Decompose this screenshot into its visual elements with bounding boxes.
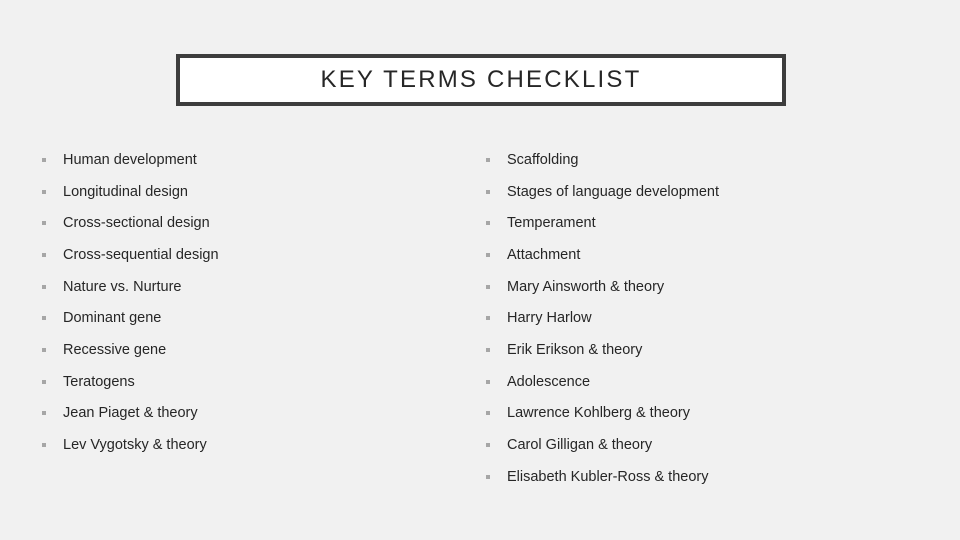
list-item-label: Teratogens [63, 373, 135, 390]
bullet-point-icon [486, 316, 490, 321]
list-item: Cross-sequential design [40, 239, 460, 271]
list-item-label: Attachment [507, 246, 581, 263]
list-item-label: Carol Gilligan & theory [507, 437, 653, 454]
bullet-point-icon [42, 189, 46, 194]
bullet-point-icon [486, 252, 490, 257]
list-item: Teratogens [40, 366, 460, 398]
list-item-label: Jean Piaget & theory [63, 405, 198, 422]
list-item-label: Mary Ainsworth & theory [507, 278, 665, 295]
list-item: Adolescence [484, 366, 924, 398]
list-item-label: Cross-sectional design [63, 215, 210, 232]
list-item: Harry Harlow [484, 302, 924, 334]
bullet-point-icon [42, 284, 46, 289]
list-item: Attachment [484, 239, 924, 271]
list-item: Scaffolding [484, 144, 924, 176]
list-item-label: Cross-sequential design [63, 246, 219, 263]
bullet-point-icon [486, 474, 490, 479]
bullet-point-icon [486, 157, 490, 162]
slide-title-box: KEY TERMS CHECKLIST [176, 54, 786, 106]
list-item: Jean Piaget & theory [40, 398, 460, 430]
list-item: Erik Erikson & theory [484, 334, 924, 366]
list-item: Nature vs. Nurture [40, 271, 460, 303]
list-item-label: Temperament [507, 215, 596, 232]
key-terms-column-right: Scaffolding Stages of language developmen… [484, 144, 924, 493]
list-item-label: Longitudinal design [63, 183, 188, 200]
bullet-point-icon [486, 189, 490, 194]
list-item: Temperament [484, 207, 924, 239]
list-item-label: Stages of language development [507, 183, 720, 200]
list-item-label: Human development [63, 151, 197, 168]
list-item: Lawrence Kohlberg & theory [484, 398, 924, 430]
list-item-label: Recessive gene [63, 341, 167, 358]
bullet-point-icon [486, 347, 490, 352]
list-item: Recessive gene [40, 334, 460, 366]
list-item-label: Harry Harlow [507, 310, 592, 327]
list-item-label: Lawrence Kohlberg & theory [507, 405, 690, 422]
bullet-point-icon [486, 443, 490, 448]
key-terms-list-right: Scaffolding Stages of language developmen… [484, 144, 924, 493]
bullet-point-icon [42, 252, 46, 257]
list-item: Stages of language development [484, 176, 924, 208]
list-item: Lev Vygotsky & theory [40, 429, 460, 461]
bullet-point-icon [486, 411, 490, 416]
list-item-label: Lev Vygotsky & theory [63, 437, 207, 454]
list-item-label: Adolescence [507, 373, 591, 390]
bullet-point-icon [42, 347, 46, 352]
list-item: Carol Gilligan & theory [484, 429, 924, 461]
list-item: Dominant gene [40, 302, 460, 334]
slide-canvas: KEY TERMS CHECKLIST Human development Lon… [0, 0, 960, 540]
bullet-point-icon [42, 443, 46, 448]
list-item-label: Nature vs. Nurture [63, 278, 182, 295]
list-item: Longitudinal design [40, 176, 460, 208]
list-item: Cross-sectional design [40, 207, 460, 239]
list-item-label: Scaffolding [507, 151, 579, 168]
page-title: KEY TERMS CHECKLIST [320, 66, 642, 93]
key-terms-column-left: Human development Longitudinal design Cros… [40, 144, 460, 461]
bullet-point-icon [42, 221, 46, 226]
list-item-label: Erik Erikson & theory [507, 341, 643, 358]
bullet-point-icon [486, 284, 490, 289]
key-terms-list-left: Human development Longitudinal design Cros… [40, 144, 460, 461]
list-item: Human development [40, 144, 460, 176]
bullet-point-icon [486, 379, 490, 384]
list-item: Elisabeth Kubler-Ross & theory [484, 461, 924, 493]
bullet-point-icon [42, 411, 46, 416]
bullet-point-icon [486, 221, 490, 226]
bullet-point-icon [42, 316, 46, 321]
list-item-label: Elisabeth Kubler-Ross & theory [507, 468, 709, 485]
list-item-label: Dominant gene [63, 310, 162, 327]
list-item: Mary Ainsworth & theory [484, 271, 924, 303]
bullet-point-icon [42, 379, 46, 384]
bullet-point-icon [42, 157, 46, 162]
